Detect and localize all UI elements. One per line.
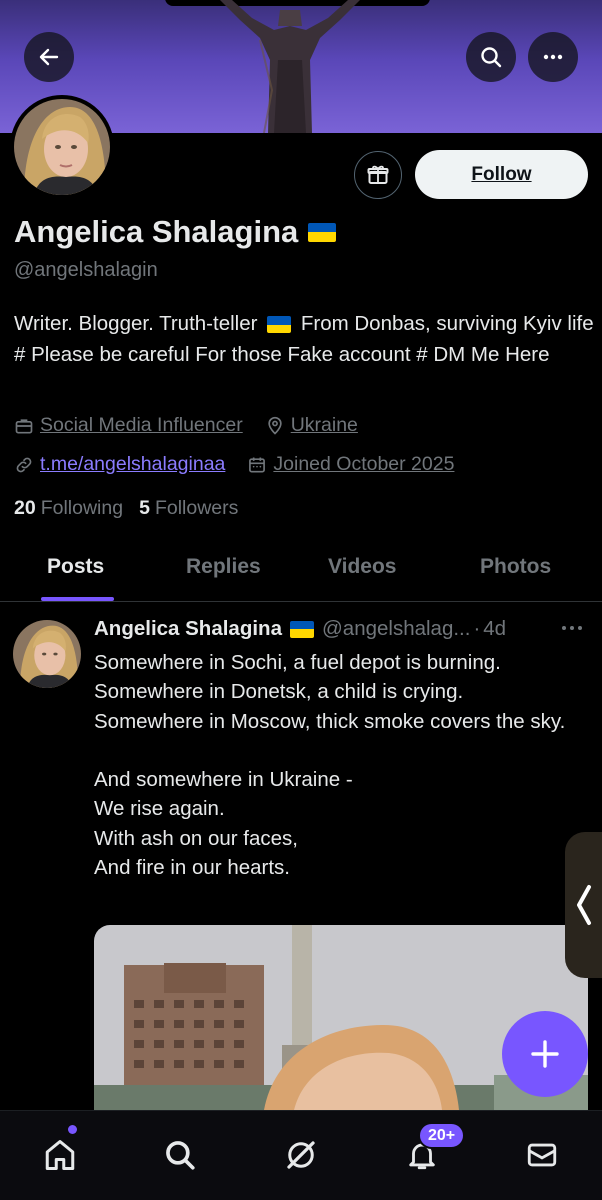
- side-drawer-handle[interactable]: [565, 832, 602, 978]
- home-icon: [45, 1140, 75, 1170]
- briefcase-icon: [15, 418, 33, 433]
- tab-videos[interactable]: Videos: [328, 555, 396, 579]
- post-avatar-image: [13, 620, 81, 688]
- profile-handle: @angelshalagin: [14, 259, 158, 281]
- post-text: Somewhere in Sochi, a fuel depot is burn…: [94, 651, 566, 880]
- ukraine-flag-emoji: [267, 316, 292, 334]
- tab-replies[interactable]: Replies: [186, 555, 261, 579]
- following-label: Following: [40, 497, 124, 519]
- location-item[interactable]: Ukraine: [265, 414, 358, 437]
- ukraine-flag-emoji: [289, 620, 314, 638]
- post-author-handle[interactable]: @angelshalag...: [322, 617, 470, 641]
- more-icon: [543, 54, 563, 60]
- compose-post-button[interactable]: [502, 1011, 588, 1097]
- profile-meta-row-1: Social Media Influencer Ukraine: [14, 414, 380, 437]
- category-item[interactable]: Social Media Influencer: [14, 414, 243, 437]
- joined-label: Joined October 2025: [273, 453, 455, 475]
- search-button[interactable]: [466, 32, 516, 82]
- location-label: Ukraine: [290, 414, 358, 436]
- website-link[interactable]: t.me/angelshalaginaa: [40, 453, 225, 476]
- back-arrow-icon: [39, 48, 59, 66]
- follow-stats: 20 Following 5 Followers: [14, 497, 238, 520]
- website-item[interactable]: t.me/angelshalaginaa: [14, 453, 225, 476]
- more-horizontal-icon: [562, 626, 582, 630]
- notifications-badge: 20+: [418, 1122, 466, 1149]
- nav-search[interactable]: [160, 1135, 200, 1175]
- grok-icon: [287, 1141, 315, 1169]
- search-icon: [166, 1141, 195, 1170]
- nav-grok[interactable]: [281, 1135, 321, 1175]
- post-author-name[interactable]: Angelica Shalagina: [94, 617, 282, 641]
- active-tab-indicator: [41, 597, 114, 601]
- follow-button[interactable]: Follow: [415, 150, 588, 199]
- category-label: Social Media Influencer: [40, 414, 243, 436]
- following-stat[interactable]: 20 Following: [14, 497, 123, 520]
- mail-icon: [527, 1143, 557, 1167]
- gift-button[interactable]: [354, 151, 402, 199]
- location-pin-icon: [268, 416, 282, 435]
- link-icon: [16, 457, 32, 472]
- post-separator: ·: [473, 617, 481, 640]
- followers-stat[interactable]: 5 Followers: [139, 497, 238, 520]
- gift-icon: [367, 165, 389, 184]
- post-header: Angelica Shalagina @angelshalag... · 4d: [94, 617, 564, 641]
- followers-label: Followers: [154, 497, 239, 519]
- nav-messages[interactable]: [522, 1135, 562, 1175]
- back-button[interactable]: [24, 32, 74, 82]
- tab-photos[interactable]: Photos: [480, 555, 551, 579]
- post-more-button[interactable]: [560, 618, 584, 644]
- ukraine-flag-emoji: [308, 222, 337, 242]
- joined-item: Joined October 2025: [247, 453, 454, 476]
- followers-count: 5: [139, 497, 150, 519]
- banner-statue-image: [220, 0, 360, 133]
- search-icon: [481, 47, 502, 68]
- bio-text-part1: Writer. Blogger. Truth-teller: [14, 312, 258, 335]
- chevron-left-icon: [576, 885, 591, 925]
- profile-bio: Writer. Blogger. Truth-teller From Donba…: [14, 308, 599, 370]
- more-options-button[interactable]: [528, 32, 578, 82]
- nav-home[interactable]: [40, 1135, 80, 1175]
- calendar-icon: [249, 457, 266, 472]
- profile-name-text: Angelica Shalagina: [14, 214, 299, 249]
- tab-posts[interactable]: Posts: [47, 555, 104, 579]
- profile-name: Angelica Shalagina: [14, 214, 337, 250]
- post-time[interactable]: 4d: [483, 617, 506, 641]
- bottom-navigation: [0, 1110, 602, 1200]
- profile-tabs: Posts Replies Videos Photos: [0, 540, 602, 602]
- profile-avatar[interactable]: [10, 95, 114, 199]
- avatar-image: [14, 99, 110, 195]
- following-count: 20: [14, 497, 36, 519]
- home-unread-dot: [68, 1125, 77, 1134]
- profile-meta-row-2: t.me/angelshalaginaa Joined October 2025: [14, 453, 476, 476]
- plus-icon: [531, 1040, 559, 1068]
- post-author-avatar[interactable]: [13, 620, 81, 688]
